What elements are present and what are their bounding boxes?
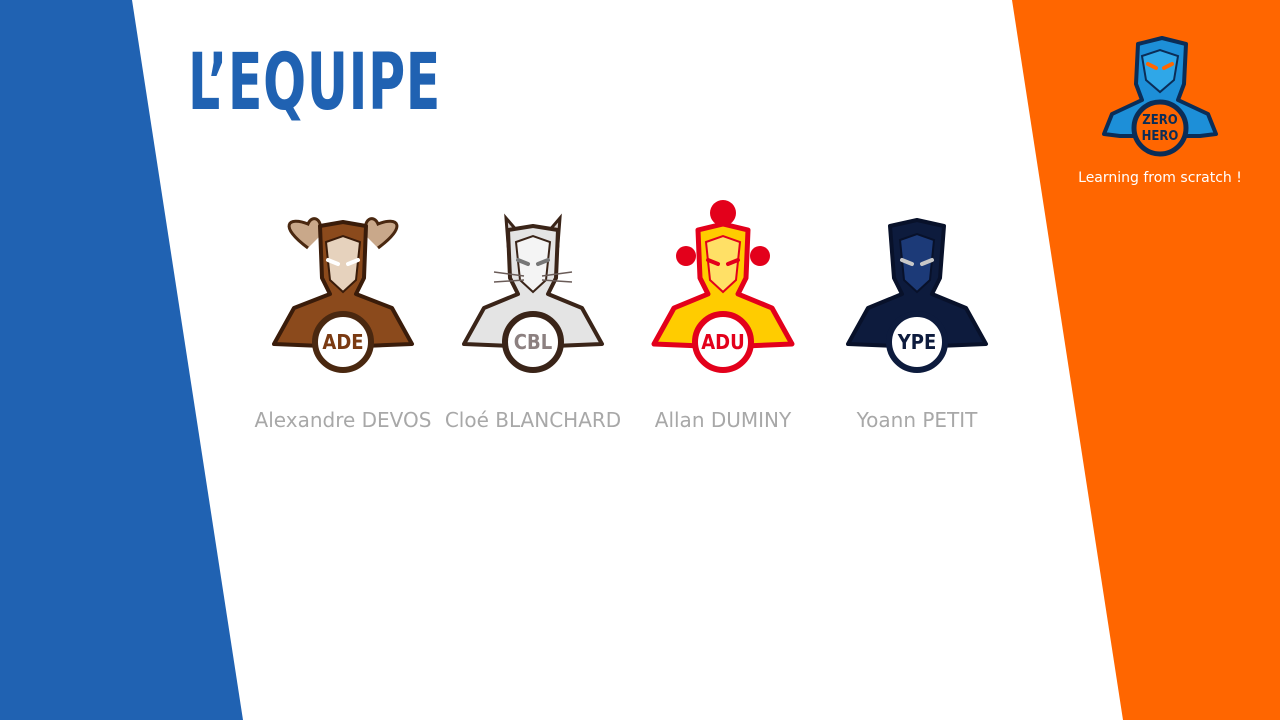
- masked-hero-avatar-icon: YPE: [846, 218, 988, 373]
- cat-hero-avatar-icon: CBL: [462, 213, 604, 373]
- team-member: ADU Allan DUMINY: [628, 196, 818, 432]
- zero-hero-logo: ZERO HERO: [1070, 36, 1250, 160]
- team-member: CBL Cloé BLANCHARD: [438, 196, 628, 432]
- member-initials: CBL: [514, 330, 552, 354]
- robot-hero-avatar-icon: ADU: [651, 200, 795, 373]
- team-member: ADE Alexandre DEVOS: [248, 196, 438, 432]
- hero-logo-icon: ZERO HERO: [1102, 36, 1218, 157]
- brand-tagline: Learning from scratch !: [1078, 170, 1242, 186]
- logo-word-bottom: HERO: [1142, 129, 1179, 144]
- member-initials: ADU: [701, 330, 744, 354]
- member-name: Yoann PETIT: [856, 408, 978, 432]
- logo-word-top: ZERO: [1142, 113, 1177, 128]
- team-member: YPE Yoann PETIT: [822, 196, 1012, 432]
- member-initials: YPE: [897, 330, 937, 354]
- member-initials: ADE: [322, 330, 363, 354]
- slide-title: L’EQUIPE: [188, 38, 442, 128]
- ram-hero-avatar-icon: ADE: [272, 217, 414, 373]
